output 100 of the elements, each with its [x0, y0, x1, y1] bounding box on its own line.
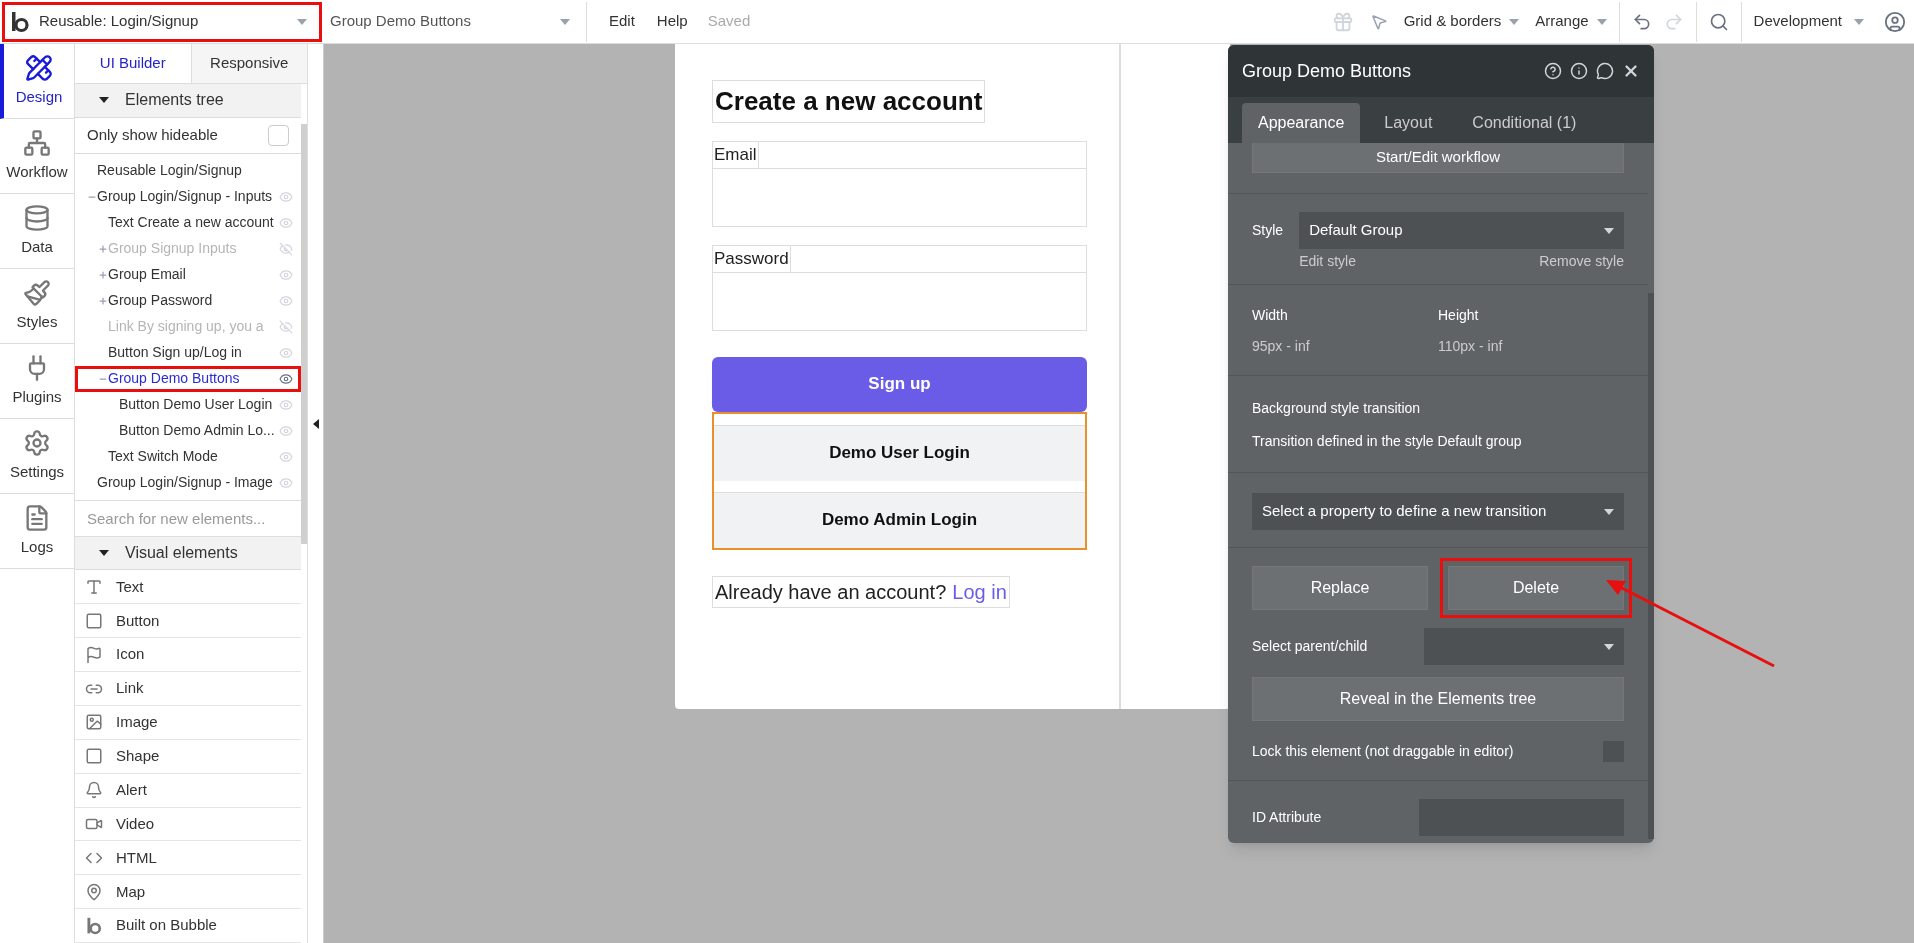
gift-icon[interactable] [1331, 10, 1354, 33]
tree-item[interactable]: Text Create a new account [75, 209, 301, 236]
arrange-menu[interactable]: Arrange [1535, 1, 1620, 42]
caret-icon [1604, 643, 1614, 650]
edit-style-link[interactable]: Edit style [1299, 251, 1356, 272]
nav-item[interactable]: Workflow [0, 119, 74, 194]
sitemap-icon [23, 128, 51, 157]
menu-item[interactable]: Edit [609, 10, 635, 33]
tree-item[interactable]: Button Demo Admin Lo... [75, 417, 301, 444]
panel-tab[interactable]: Appearance [1242, 103, 1361, 143]
demo-login-button[interactable]: Demo Admin Login [714, 491, 1085, 548]
panel-tab[interactable]: Responsive [190, 44, 307, 83]
save-status: Saved [707, 11, 751, 32]
parent-select-label: Select parent/child [1252, 637, 1369, 656]
tree-item-label: Group Password [108, 291, 213, 311]
help-icon[interactable] [1544, 62, 1562, 80]
element-palette-item[interactable]: Map [75, 875, 301, 910]
search-field[interactable]: Search for new elements... [75, 500, 301, 537]
database-icon [23, 203, 51, 232]
element-palette-item[interactable]: Icon [75, 638, 301, 673]
plus-icon[interactable] [98, 269, 108, 280]
element-palette-item[interactable]: Text [75, 570, 301, 605]
info-icon[interactable] [1570, 62, 1588, 80]
action-button[interactable]: Delete [1448, 566, 1624, 610]
nav-item[interactable]: Settings [0, 419, 74, 494]
remove-style-link[interactable]: Remove style [1539, 251, 1624, 272]
tree-item-label: Text Switch Mode [108, 447, 218, 467]
panel-tab[interactable]: Layout [1368, 103, 1449, 143]
size-value: 110px - inf [1438, 337, 1504, 356]
tree-item-label: Group Login/Signup - Inputs [97, 187, 273, 207]
field-label: Email [713, 141, 759, 168]
transition-note: Transition defined in the style Default group [1252, 432, 1523, 451]
image-icon [85, 713, 103, 732]
tree-item[interactable]: Group Demo Buttons [75, 365, 301, 392]
nav-item[interactable]: Data [0, 194, 74, 269]
button-group[interactable]: Demo User Login Demo Admin Login [712, 411, 1087, 550]
page-select[interactable]: Reusable: Login/Signup [2, 1, 322, 42]
caret-icon [99, 97, 109, 104]
transition-title: Background style transition [1252, 399, 1422, 418]
plus-icon[interactable] [98, 243, 108, 254]
tree-item[interactable]: Text Switch Mode [75, 443, 301, 470]
letter-icon [85, 577, 103, 596]
tree-item[interactable]: Button Demo User Login [75, 391, 301, 418]
checkbox[interactable] [268, 124, 289, 146]
scrollbar[interactable] [301, 124, 307, 544]
menu-item[interactable]: Help [656, 10, 688, 33]
tree-item[interactable]: Group Login/Signup - Inputs [75, 183, 301, 210]
nav-item[interactable]: Logs [0, 494, 74, 569]
section-header[interactable]: Elements tree [75, 84, 301, 118]
comment-icon[interactable] [1596, 62, 1614, 80]
eye-icon[interactable] [279, 371, 293, 386]
element-palette-item[interactable]: Alert [75, 773, 301, 808]
element-palette-item[interactable]: Link [75, 672, 301, 706]
environment-select[interactable]: Development [1740, 1, 1876, 42]
action-button[interactable]: Replace [1252, 566, 1428, 610]
flag-icon [85, 645, 103, 664]
eye-slash-icon[interactable] [279, 319, 293, 334]
element-palette-item[interactable]: Image [75, 705, 301, 740]
plus-icon[interactable] [98, 295, 108, 306]
nav-item[interactable]: Plugins [0, 344, 74, 419]
nav-item[interactable]: Styles [0, 269, 74, 344]
element-palette-item[interactable]: Shape [75, 739, 301, 774]
filter-label: Only show hideable [87, 125, 218, 146]
footer-text: Already have an account? [715, 579, 947, 605]
element-select[interactable]: Group Demo Buttons [322, 1, 587, 42]
close-icon[interactable] [1622, 62, 1640, 80]
field-label: Password [713, 245, 791, 272]
bell-icon [85, 781, 103, 800]
cursor-icon[interactable] [1369, 12, 1388, 31]
login-link[interactable]: Log in [952, 576, 1007, 607]
design-icon [25, 53, 53, 82]
lock-label: Lock this element (not draggable in editor) [1252, 742, 1514, 761]
grid-menu[interactable]: Grid & borders [1403, 10, 1520, 33]
scrollbar[interactable] [1648, 293, 1654, 839]
tree-item[interactable]: Group Login/Signup - Image [75, 469, 301, 496]
demo-login-button[interactable]: Demo User Login [714, 424, 1085, 481]
parent-select[interactable] [1424, 628, 1624, 665]
user-icon[interactable] [1884, 10, 1906, 33]
tree-item[interactable]: Group Email [75, 261, 301, 288]
style-select[interactable]: Default Group [1299, 212, 1624, 249]
panel-tab[interactable]: Conditional (1) [1456, 103, 1593, 143]
reveal-button[interactable]: Reveal in the Elements tree [1252, 677, 1624, 721]
section-header[interactable]: Visual elements [75, 536, 301, 571]
element-palette-item[interactable]: HTML [75, 841, 301, 876]
undo-icon[interactable] [1631, 11, 1652, 32]
eye-slash-icon[interactable] [279, 241, 293, 256]
element-palette-item[interactable]: Video [75, 807, 301, 842]
search-icon[interactable] [1708, 11, 1729, 32]
collapse-arrow-icon[interactable] [312, 418, 319, 429]
map-pin-icon [85, 882, 103, 901]
tree-item[interactable]: Group Password [75, 287, 301, 314]
tree-item[interactable]: Reusable Login/Signup [75, 157, 301, 184]
tree-item-label: Group Signup Inputs [108, 239, 237, 259]
element-palette-item[interactable]: Built on Bubble [75, 909, 301, 943]
workflow-button[interactable]: Start/Edit workflow [1252, 143, 1624, 173]
tree-item-label: Button Demo User Login [119, 395, 273, 415]
element-palette-item[interactable]: Button [75, 604, 301, 639]
tree-item[interactable]: Button Sign up/Log in [75, 339, 301, 366]
sign-up-button[interactable]: Sign up [712, 356, 1087, 412]
transition-select[interactable]: Select a property to define a new transition [1252, 493, 1624, 530]
